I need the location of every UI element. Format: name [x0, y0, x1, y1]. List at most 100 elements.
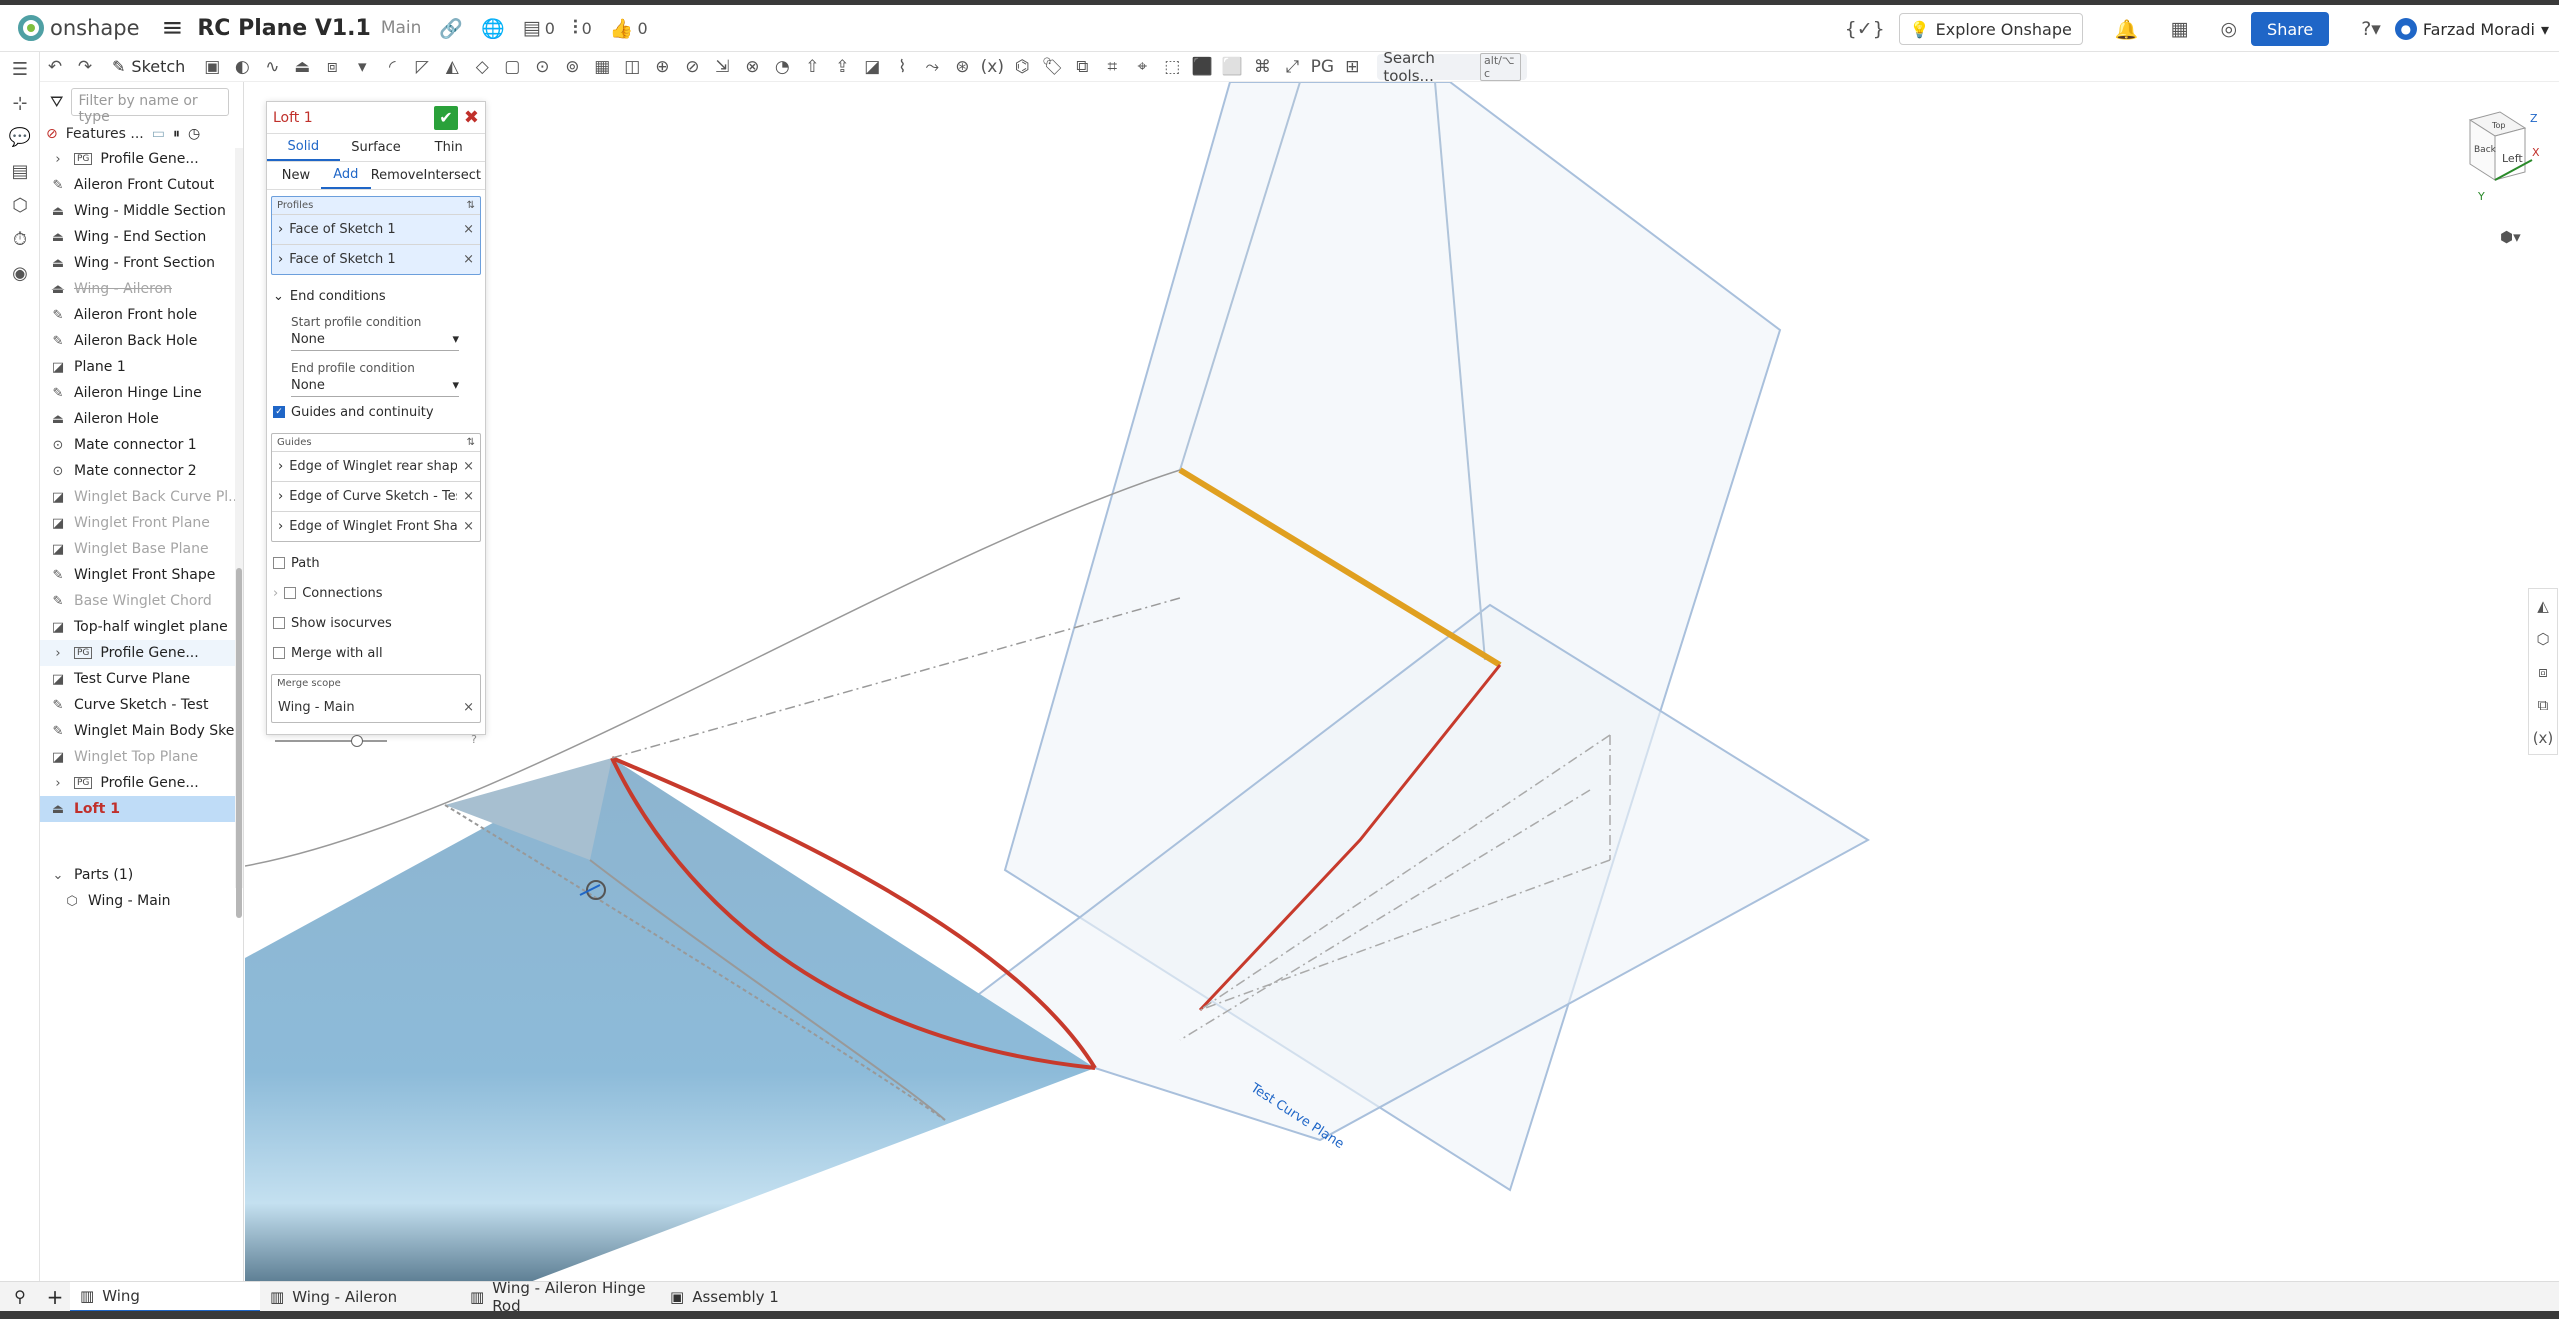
comments-icon[interactable]: 💬: [0, 120, 40, 154]
mate-connector-icon[interactable]: ⊛: [947, 54, 977, 80]
remove-icon[interactable]: ×: [463, 252, 474, 267]
document-icon[interactable]: ▤: [0, 154, 40, 188]
feature-item[interactable]: ✎ Winglet Front Shape: [40, 562, 243, 588]
feature-item[interactable]: ⏏ Wing - Aileron: [40, 276, 243, 302]
tab-solid[interactable]: Solid: [267, 134, 340, 161]
model-canvas[interactable]: Test Curve Plane: [244, 81, 2559, 1282]
feature-item[interactable]: ◪ Plane 1: [40, 354, 243, 380]
parts-icon[interactable]: ⬡: [0, 188, 40, 222]
appearance-icon[interactable]: ◭: [2529, 589, 2557, 622]
variables-table-icon[interactable]: (x): [2529, 721, 2557, 754]
surface-icon[interactable]: ⧉: [1067, 54, 1097, 80]
render-icon[interactable]: ◉: [0, 256, 40, 290]
mirror-icon[interactable]: ◫: [617, 54, 647, 80]
profile-item[interactable]: › Face of Sketch 1 ×: [272, 214, 480, 244]
feature-item[interactable]: ◪ Test Curve Plane: [40, 666, 243, 692]
likes-button[interactable]: 👍 0: [610, 17, 648, 40]
connections-option[interactable]: › Connections: [267, 578, 485, 608]
end-condition-select[interactable]: None ▾: [291, 375, 459, 397]
guide-item[interactable]: › Edge of Curve Sketch - Test ×: [272, 481, 480, 511]
feature-item[interactable]: ✎ Aileron Front Cutout: [40, 172, 243, 198]
merge-all-option[interactable]: Merge with all: [267, 638, 485, 668]
feature-item[interactable]: ◪ Winglet Base Plane: [40, 536, 243, 562]
variable-icon[interactable]: (x): [977, 54, 1007, 80]
plane-icon[interactable]: ◪: [857, 54, 887, 80]
connections-checkbox[interactable]: [284, 587, 297, 599]
add-tab-button[interactable]: +: [40, 1285, 70, 1309]
feature-item[interactable]: ✎ Aileron Back Hole: [40, 328, 243, 354]
boundary-icon[interactable]: ⌘: [1247, 54, 1277, 80]
filter-input[interactable]: Filter by name or type: [71, 88, 230, 125]
sketch-button[interactable]: ✎ Sketch: [100, 57, 197, 76]
graphics-viewport[interactable]: Test Curve Plane: [244, 81, 2559, 1282]
tab-wing-aileron[interactable]: ▥ Wing - Aileron: [260, 1282, 460, 1312]
feature-item[interactable]: › PG Profile Gene...: [40, 640, 243, 666]
section-view-icon[interactable]: ⧉: [2529, 688, 2557, 721]
remove-icon[interactable]: ×: [463, 489, 474, 504]
modify-fillet-icon[interactable]: ◔: [767, 54, 797, 80]
accept-button[interactable]: ✔: [433, 105, 458, 130]
move-face-icon[interactable]: ⇧: [797, 54, 827, 80]
frame-icon[interactable]: ⌗: [1097, 54, 1127, 80]
extrude-icon[interactable]: ▣: [197, 54, 227, 80]
branches-button[interactable]: ⫶ 0: [573, 17, 592, 39]
cancel-button[interactable]: ✖: [464, 107, 479, 128]
feature-item[interactable]: ⊙ Mate connector 2: [40, 458, 243, 484]
replace-face-icon[interactable]: ⇪: [827, 54, 857, 80]
view-options-icon[interactable]: ⬢▾: [2500, 228, 2521, 246]
custom-feature-icon[interactable]: PG: [1307, 54, 1337, 80]
wing-body[interactable]: [245, 758, 1095, 1282]
mass-properties-icon[interactable]: ⬡: [2529, 622, 2557, 655]
tab-surface[interactable]: Surface: [340, 134, 413, 161]
curve-icon[interactable]: ⤳: [917, 54, 947, 80]
user-menu[interactable]: ● Farzad Moradi ▾: [2394, 18, 2549, 40]
help-icon[interactable]: ?▾: [2361, 18, 2381, 40]
pattern-icon[interactable]: ▦: [587, 54, 617, 80]
guide-item[interactable]: › Edge of Winglet rear shape ×: [272, 451, 480, 481]
parts-header[interactable]: ⌄ Parts (1): [40, 862, 244, 888]
sweep-icon[interactable]: ∿: [257, 54, 287, 80]
feature-item[interactable]: ⊙ Mate connector 1: [40, 432, 243, 458]
feature-item[interactable]: ⏏ Aileron Hole: [40, 406, 243, 432]
globe-icon[interactable]: 🌐: [481, 17, 505, 40]
loft-title[interactable]: Loft 1: [273, 110, 434, 126]
folder-add-icon[interactable]: ▭: [152, 126, 165, 142]
tab-assembly-1[interactable]: ▣ Assembly 1: [660, 1282, 860, 1312]
feature-item[interactable]: ◪ Winglet Front Plane: [40, 510, 243, 536]
guides-field[interactable]: Guides ⇅ › Edge of Winglet rear shape × › Ed…: [271, 433, 481, 542]
tab-remove[interactable]: Remove: [371, 162, 424, 189]
feature-item[interactable]: ◪ Winglet Back Curve Pl...: [40, 484, 243, 510]
history-icon[interactable]: ⏱: [0, 222, 40, 256]
help-icon[interactable]: ?: [471, 733, 477, 746]
tab-wing-aileron-hinge-rod[interactable]: ▥ Wing - Aileron Hinge Rod: [460, 1279, 660, 1315]
guide-item[interactable]: › Edge of Winglet Front Sha... ×: [272, 511, 480, 541]
undo-icon[interactable]: ↶: [40, 54, 70, 80]
onshape-logo[interactable]: onshape: [18, 15, 140, 41]
profile-item[interactable]: › Face of Sketch 1 ×: [272, 244, 480, 274]
offset-surface-icon[interactable]: ⬜: [1217, 54, 1247, 80]
end-conditions-toggle[interactable]: ⌄ End conditions: [267, 281, 485, 311]
isocurves-checkbox[interactable]: [273, 617, 285, 629]
measure-icon[interactable]: ⧈: [2529, 655, 2557, 688]
clock-icon[interactable]: ◷: [188, 126, 200, 142]
redo-icon[interactable]: ↷: [70, 54, 100, 80]
feature-item[interactable]: ⏏ Wing - Middle Section: [40, 198, 243, 224]
filter-icon[interactable]: ⛛: [50, 92, 63, 112]
hole-icon[interactable]: ⊙: [527, 54, 557, 80]
fillet-icon[interactable]: ◜: [377, 54, 407, 80]
shell-icon[interactable]: ▢: [497, 54, 527, 80]
isocurves-option[interactable]: Show isocurves: [267, 608, 485, 638]
remove-icon[interactable]: ×: [463, 222, 474, 237]
tab-wing[interactable]: ▥ Wing: [70, 1281, 260, 1312]
explore-onshape-button[interactable]: 💡 Explore Onshape: [1898, 13, 2083, 45]
rollback-icon[interactable]: ⏸: [173, 126, 180, 142]
revolve-icon[interactable]: ◐: [227, 54, 257, 80]
helix-icon[interactable]: ⌇: [887, 54, 917, 80]
search-tools-input[interactable]: Search tools... alt/⌥ c: [1377, 49, 1528, 85]
insert-icon[interactable]: ⊹: [0, 86, 40, 120]
apps-icon[interactable]: ▦: [2170, 18, 2188, 40]
feature-item[interactable]: ◪ Top-half winglet plane: [40, 614, 243, 640]
feature-item[interactable]: ⏏ Loft 1: [40, 796, 243, 822]
profiles-field[interactable]: Profiles ⇅ › Face of Sketch 1 × › Face of Sk…: [271, 196, 481, 275]
view-cube[interactable]: Left Back Top Z X Y: [2440, 100, 2540, 214]
